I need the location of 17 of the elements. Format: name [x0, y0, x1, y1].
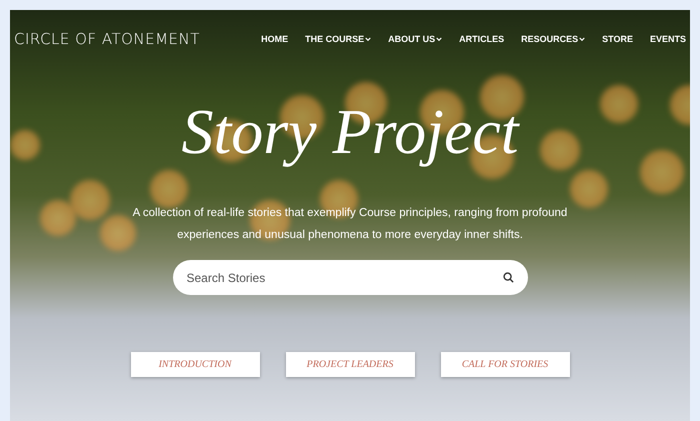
nav-link[interactable]: RESOURCES — [521, 34, 586, 44]
nav-link[interactable]: ARTICLES — [459, 34, 504, 44]
section-button[interactable]: PROJECT LEADERS — [286, 352, 414, 377]
section-button[interactable]: INTRODUCTION — [130, 352, 260, 377]
nav-link[interactable]: ABOUT US — [388, 34, 442, 44]
nav-link[interactable]: EVENTS — [650, 34, 686, 44]
section-button[interactable]: CALL FOR STORIES — [440, 352, 570, 377]
caret-icon — [365, 36, 372, 42]
search-icon[interactable] — [502, 272, 514, 283]
search-field[interactable]: Search Stories — [172, 260, 528, 295]
nav-link[interactable]: STORE — [602, 34, 633, 44]
nav-link[interactable]: THE COURSE — [305, 34, 372, 44]
caret-icon — [579, 36, 586, 42]
nav-link[interactable]: HOME — [261, 34, 288, 44]
hero-description: A collection of real-life stories that exemplify Course principles, ranging from profound experiences and unusual phenomena to more everyday inner shifts. — [132, 206, 568, 243]
caret-icon — [436, 36, 442, 42]
site-logo[interactable]: CIRCLE OF ATONEMENT — [14, 30, 200, 48]
